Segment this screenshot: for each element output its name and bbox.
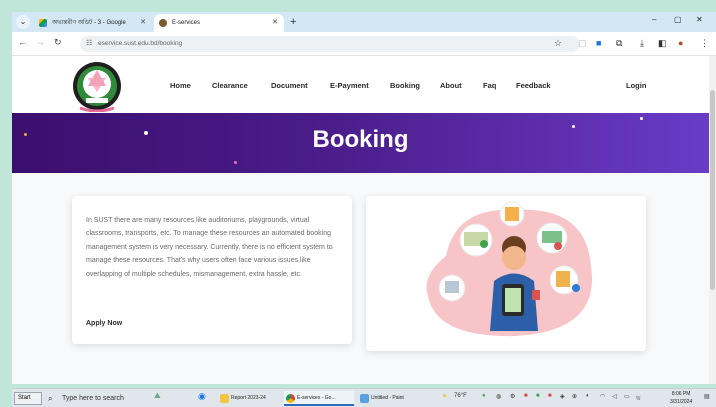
clock-date: 3/31/2024 <box>670 399 693 405</box>
nav-document[interactable]: Document <box>271 81 308 90</box>
battery-icon[interactable]: ▭ <box>624 393 630 400</box>
network-icon[interactable]: ◠ <box>600 393 605 400</box>
url-text: eservice.sust.edu.bd/booking <box>98 40 183 47</box>
page-title: Booking <box>312 126 409 153</box>
browser-toolbar: ← → ↻ ☷ eservice.sust.edu.bd/booking ☆ ▢… <box>12 32 716 56</box>
illustration-card <box>366 196 646 351</box>
tray-app-icon[interactable]: ◍ <box>496 393 501 400</box>
booking-illustration <box>426 201 593 337</box>
tab-search-button[interactable]: ⌄ <box>16 15 30 29</box>
tab-eservices[interactable]: E-services ✕ <box>154 14 284 32</box>
search-placeholder: Type here to search <box>62 395 124 402</box>
nav-faq[interactable]: Faq <box>483 81 496 90</box>
site-favicon-icon <box>159 19 167 27</box>
widget-icon[interactable]: ⛰ <box>154 391 161 401</box>
close-window-button[interactable]: ✕ <box>696 15 703 24</box>
web-page: Home Clearance Document E-Payment Bookin… <box>12 56 709 384</box>
windows-taskbar: Start ⌕ Type here to search ⛰ ◉ Report 2… <box>12 388 716 407</box>
extension-icon[interactable]: ▢ <box>578 38 587 49</box>
taskbar-app-paint[interactable]: Untitled - Paint <box>358 391 424 406</box>
volume-icon[interactable]: ◁ <box>612 393 617 400</box>
taskbar-app-report[interactable]: Report 2023-24 <box>218 391 280 406</box>
login-link[interactable]: Login <box>626 81 646 90</box>
close-tab-icon[interactable]: ✕ <box>140 14 146 32</box>
browser-tab-bar: ⌄ অভ্যন্তরীণ অডিট - 3 - Google ✕ E-servi… <box>12 12 716 32</box>
nav-clearance[interactable]: Clearance <box>212 81 248 90</box>
scrollbar-thumb[interactable] <box>710 90 715 290</box>
language-icon[interactable]: ভ <box>636 393 640 404</box>
tray-app-icon[interactable]: ◐ <box>586 393 590 399</box>
google-drive-icon <box>39 19 47 27</box>
sidepanel-icon[interactable]: ◧ <box>658 38 667 49</box>
hero-banner: Booking <box>12 113 709 173</box>
profile-avatar-icon[interactable]: ● <box>678 38 683 48</box>
paint-icon <box>360 394 369 403</box>
address-bar[interactable]: ☷ eservice.sust.edu.bd/booking <box>80 36 580 52</box>
start-label: Start <box>18 395 31 401</box>
reload-icon[interactable]: ↻ <box>54 37 62 48</box>
tray-app-icon[interactable]: ■ <box>548 393 552 399</box>
folder-icon <box>220 394 229 403</box>
tab-drive-doc[interactable]: অভ্যন্তরীণ অডিট - 3 - Google ✕ <box>34 14 152 32</box>
back-icon[interactable]: ← <box>18 37 27 47</box>
decor-dot <box>640 117 643 120</box>
notification-icon[interactable]: ▤ <box>704 393 710 400</box>
app-label: Untitled - Paint <box>371 395 404 401</box>
nav-epayment[interactable]: E-Payment <box>330 81 369 90</box>
weather-temp[interactable]: 76°F <box>454 393 467 399</box>
nav-about[interactable]: About <box>440 81 462 90</box>
tray-app-icon[interactable]: ● <box>482 393 486 399</box>
menu-kebab-icon[interactable]: ⋮ <box>700 38 709 49</box>
maximize-button[interactable]: ▢ <box>674 15 682 24</box>
chrome-icon <box>286 394 295 403</box>
nav-feedback[interactable]: Feedback <box>516 81 551 90</box>
clock-time: 8:06 PM <box>671 391 691 397</box>
apply-now-link[interactable]: Apply Now <box>86 320 122 327</box>
site-info-icon[interactable]: ☷ <box>86 36 92 52</box>
tray-app-icon[interactable]: ⚙ <box>510 393 515 400</box>
minimize-button[interactable]: – <box>652 15 656 24</box>
decor-dot <box>234 161 237 164</box>
description-text: In SUST there are many resources like au… <box>86 217 333 278</box>
tab-title: অভ্যন্তরীণ অডিট - 3 - Google <box>52 20 126 26</box>
taskbar-app-chrome[interactable]: E-services - Go... <box>284 391 354 406</box>
download-icon[interactable]: ⤓ <box>640 38 644 49</box>
bookmark-star-icon[interactable]: ☆ <box>554 38 562 49</box>
extension-icon[interactable]: ■ <box>596 38 601 48</box>
close-tab-icon[interactable]: ✕ <box>272 14 278 32</box>
site-header: Home Clearance Document E-Payment Bookin… <box>12 56 709 113</box>
tray-app-icon[interactable]: ◈ <box>560 393 565 400</box>
description-card: In SUST there are many resources like au… <box>72 196 352 344</box>
app-label: Report 2023-24 <box>231 395 266 401</box>
tray-app-icon[interactable]: ■ <box>536 393 540 399</box>
nav-booking[interactable]: Booking <box>390 81 420 90</box>
tray-app-icon[interactable]: ⊕ <box>572 393 577 400</box>
search-icon: ⌕ <box>48 394 53 403</box>
new-tab-button[interactable]: + <box>290 14 296 30</box>
tab-title: E-services <box>172 20 201 26</box>
edge-icon[interactable]: ◉ <box>198 391 206 402</box>
system-clock[interactable]: 8:06 PM 3/31/2024 <box>670 390 692 406</box>
forward-icon[interactable]: → <box>36 37 45 47</box>
start-button[interactable]: Start <box>14 392 42 405</box>
app-label: E-services - Go... <box>297 395 336 401</box>
extensions-puzzle-icon[interactable]: ⧉ <box>616 38 622 49</box>
tray-app-icon[interactable]: ■ <box>524 393 528 399</box>
taskbar-search[interactable]: ⌕ Type here to search <box>44 391 144 406</box>
university-logo-icon[interactable] <box>70 58 124 112</box>
weather-icon: ☀ <box>442 394 448 400</box>
nav-home[interactable]: Home <box>170 81 191 90</box>
